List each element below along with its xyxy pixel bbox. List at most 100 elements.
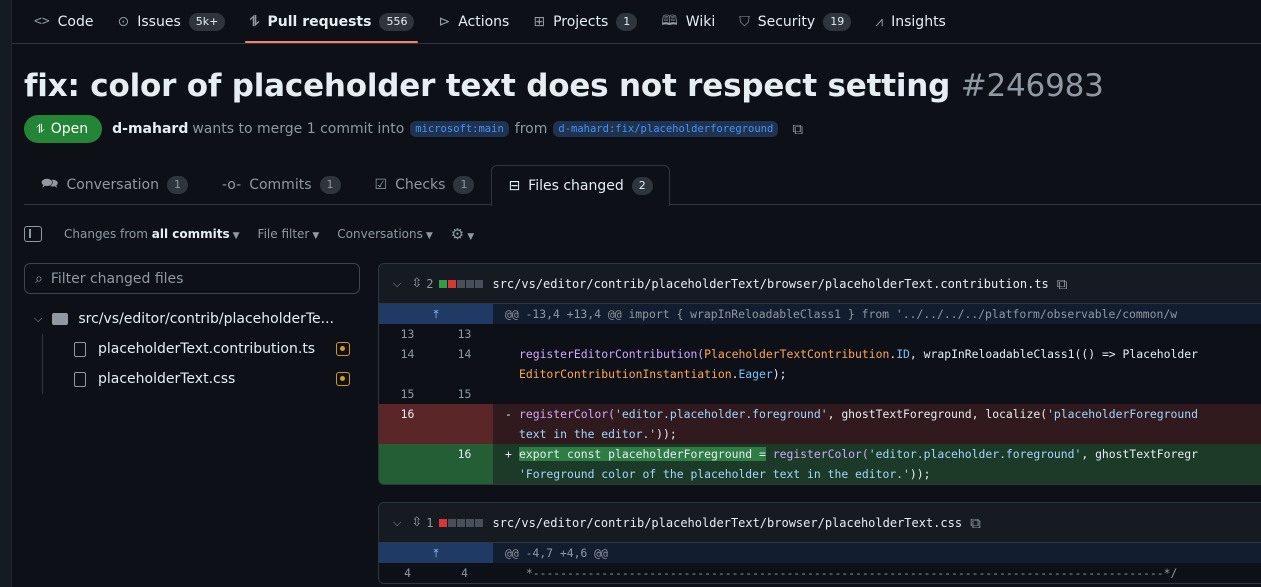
code-token: registerEditorContribution( [519, 347, 705, 361]
nav-pull-requests-count: 556 [379, 12, 415, 31]
tab-conversation-label: Conversation [66, 177, 159, 193]
nav-issues-count: 5k+ [188, 12, 226, 31]
folder-icon [52, 313, 69, 325]
new-line-number[interactable]: 13 [436, 324, 493, 344]
code-token: 'Foreground color of the placeholder tex… [519, 467, 910, 481]
diff-line-deleted-wrap: text in the editor.')); [379, 424, 1261, 444]
nav-actions[interactable]: ⊳ Actions [426, 0, 521, 43]
old-line-number [379, 424, 436, 444]
file-modified-icon [336, 342, 350, 356]
diff-change-count: 2 [426, 276, 434, 291]
diff-line-added-wrap: 'Foreground color of the placeholder tex… [379, 464, 1261, 484]
chevron-down-icon[interactable]: ⌵ [393, 277, 401, 291]
file-diff-icon: ⊟ [508, 178, 521, 194]
code-token: 'placeholderForeground [1047, 407, 1198, 421]
nav-insights-label: Insights [891, 13, 946, 30]
code-token: registerColor( [765, 447, 869, 461]
from-text: from [514, 121, 548, 137]
checklist-icon: ☑ [374, 177, 388, 193]
nav-insights[interactable]: ⩘ Insights [863, 0, 958, 43]
nav-projects-label: Projects [553, 13, 609, 30]
tree-file[interactable]: placeholderText.contribution.ts [24, 334, 360, 364]
tab-files-changed[interactable]: ⊟ Files changed 2 [491, 165, 670, 206]
filter-input[interactable] [50, 270, 341, 287]
old-line-number[interactable]: 16 [379, 404, 436, 424]
nav-pull-requests[interactable]: ⥮ Pull requests 556 [237, 0, 426, 43]
hunk-header: ⤒ @@ -4,7 +4,6 @@ [379, 543, 1261, 563]
file-filter-dropdown[interactable]: File filter ▼ [258, 227, 320, 241]
old-line-number[interactable]: 14 [379, 344, 436, 364]
diff-file-path[interactable]: src/vs/editor/contrib/placeholderText/br… [492, 277, 1048, 291]
hunk-text: @@ -13,4 +13,4 @@ import { wrapInReloada… [493, 304, 1261, 324]
old-line-number[interactable]: 4 [379, 563, 436, 583]
new-line-number[interactable]: 16 [436, 444, 493, 464]
nav-wiki-label: Wiki [685, 13, 716, 30]
settings-dropdown[interactable]: ⚙ ▼ [451, 225, 474, 243]
nav-code[interactable]: <> Code [22, 0, 106, 43]
chevron-down-icon[interactable]: ⌵ [393, 516, 401, 530]
code-token: 'editor.placeholder.foreground' [615, 407, 828, 421]
tree-file[interactable]: placeholderText.css [24, 364, 360, 394]
file-tree: ⌵ src/vs/editor/contrib/placeholderTe...… [24, 304, 360, 394]
diff-line-wrap: EditorContributionInstantiation.Eager); [379, 364, 1261, 384]
unfold-icon[interactable]: ⇳ [411, 276, 422, 291]
status-badge-label: Open [50, 121, 89, 137]
nav-security[interactable]: ⛉ Security 19 [727, 0, 863, 43]
nav-projects-count: 1 [616, 12, 638, 31]
nav-projects[interactable]: ⊞ Projects 1 [521, 0, 649, 43]
old-line-number [379, 364, 436, 384]
diffstat [439, 518, 484, 527]
author-link[interactable]: d-mahard [112, 121, 188, 137]
tree-folder[interactable]: ⌵ src/vs/editor/contrib/placeholderTe... [24, 304, 360, 334]
code-token: )); [656, 427, 677, 441]
old-line-number [379, 464, 436, 484]
old-line-number[interactable]: 15 [379, 384, 436, 404]
nav-issues[interactable]: ⊙ Issues 5k+ [106, 0, 238, 43]
merge-text: wants to merge 1 commit into [192, 121, 405, 137]
diff-file-path[interactable]: src/vs/editor/contrib/placeholderText/br… [492, 516, 962, 530]
expand-up-icon[interactable]: ⤒ [379, 543, 493, 563]
diff-sign: - [505, 407, 512, 421]
new-line-number[interactable]: 4 [436, 563, 493, 583]
nav-security-count: 19 [823, 12, 852, 31]
new-line-number[interactable]: 14 [436, 344, 493, 364]
expand-up-icon[interactable]: ⤒ [379, 304, 493, 324]
hunk-header: ⤒ @@ -13,4 +13,4 @@ import { wrapInReloa… [379, 304, 1261, 324]
head-branch[interactable]: d-mahard:fix/placeholderforeground [553, 121, 779, 137]
copy-icon[interactable]: ⧉ [970, 514, 981, 532]
page-title: fix: color of placeholder text does not … [24, 68, 1104, 104]
new-line-number [436, 464, 493, 484]
tab-commits[interactable]: -o- Commits 1 [205, 165, 358, 204]
sidebar-toggle-icon[interactable] [24, 226, 42, 242]
new-line-number[interactable]: 15 [436, 384, 493, 404]
code-token: , ghostTextForeground, localize( [827, 407, 1048, 421]
old-line-number[interactable]: 13 [379, 324, 436, 344]
filter-changed-files: ⌕ [24, 263, 360, 294]
conversations-label: Conversations [337, 227, 423, 241]
file-icon [74, 341, 86, 357]
base-branch[interactable]: microsoft:main [410, 121, 509, 137]
code-token: ID [896, 347, 910, 361]
code-token: *---------------------------------------… [519, 566, 1178, 580]
tab-checks[interactable]: ☑ Checks 1 [358, 165, 492, 204]
tree-file-label: placeholderText.contribution.ts [98, 341, 316, 357]
code-token: registerColor( [519, 407, 616, 421]
pr-title-text: fix: color of placeholder text does not … [24, 68, 951, 104]
code-token: 'editor.placeholder.foreground' [868, 447, 1082, 461]
copy-icon[interactable]: ⧉ [792, 120, 803, 138]
repo-nav: <> Code ⊙ Issues 5k+ ⥮ Pull requests 556 ⊳ Act… [12, 0, 1261, 44]
diff-line-added: 16 + export const placeholderForeground =… [379, 444, 1261, 464]
code-token: ); [772, 367, 787, 381]
shield-icon: ⛉ [739, 13, 750, 30]
copy-icon[interactable]: ⧉ [1057, 275, 1068, 293]
diff-file-header: ⌵ ⇳ 1 src/vs/editor/contrib/placeholderT… [379, 503, 1261, 543]
changes-from-dropdown[interactable]: Changes from all commits ▼ [64, 227, 240, 241]
nav-wiki[interactable]: 🕮 Wiki [649, 0, 727, 43]
comment-discussion-icon: 🗪 [41, 176, 59, 192]
unfold-icon[interactable]: ⇳ [411, 515, 422, 530]
diff-sign: + [505, 447, 512, 461]
pr-number: #246983 [960, 68, 1104, 104]
code-token: text in the editor.' [519, 427, 657, 441]
tab-conversation[interactable]: 🗪 Conversation 1 [24, 165, 205, 204]
conversations-dropdown[interactable]: Conversations ▼ [337, 227, 433, 241]
